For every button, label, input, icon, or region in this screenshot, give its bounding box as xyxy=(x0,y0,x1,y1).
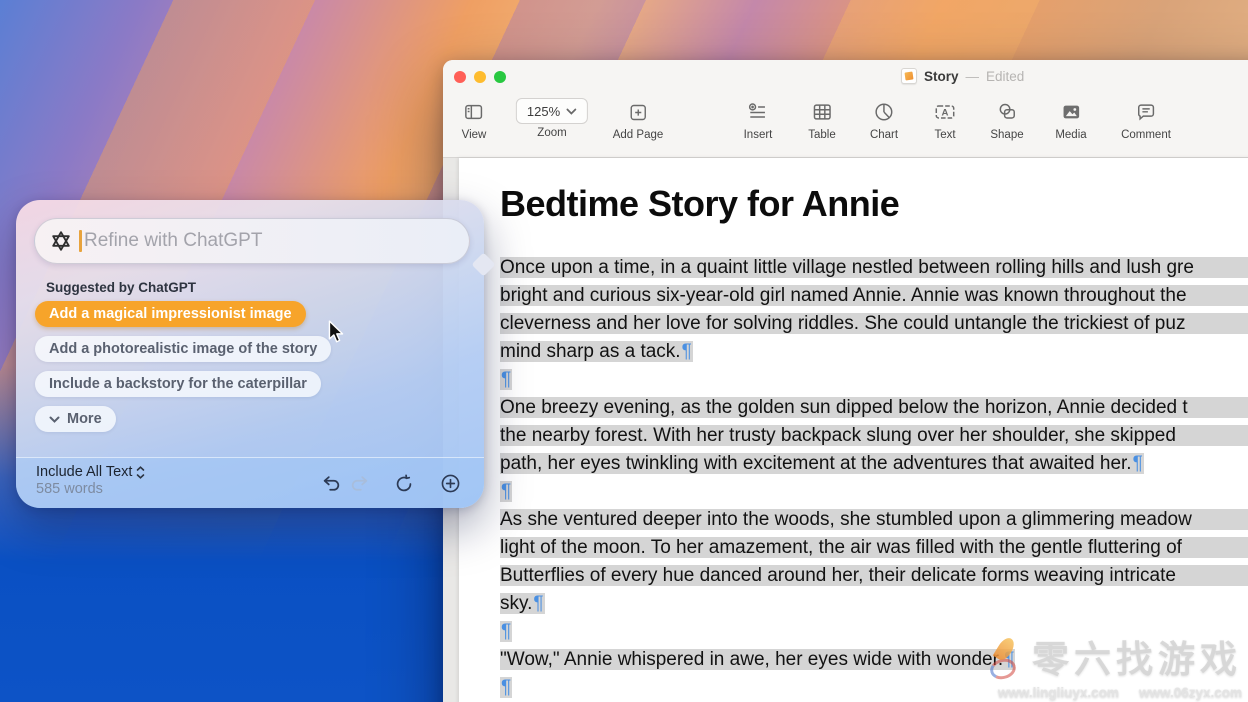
document-text-line[interactable]: cleverness and her love for solving ridd… xyxy=(500,310,1248,338)
text-caret xyxy=(79,230,82,252)
pages-window: Story — Edited View 125% Zoom Add Page xyxy=(443,60,1248,702)
insert-icon xyxy=(747,98,769,126)
document-title-text: Story xyxy=(924,69,959,84)
panel-footer: Include All Text 585 words xyxy=(16,457,484,508)
view-button[interactable]: View xyxy=(462,98,487,141)
redo-button[interactable] xyxy=(347,472,371,496)
comment-button[interactable]: Comment xyxy=(1121,98,1171,141)
up-down-chevrons-icon xyxy=(136,466,145,479)
window-titlebar[interactable]: Story — Edited xyxy=(443,60,1248,94)
openai-logo-icon xyxy=(49,229,73,253)
pilcrow-mark: ¶ xyxy=(500,677,512,698)
document-blank-line[interactable]: ¶ xyxy=(500,674,1248,702)
refine-input-wrap[interactable] xyxy=(34,218,470,264)
more-button[interactable]: More xyxy=(35,406,116,432)
suggestion-magical-image[interactable]: Add a magical impressionist image xyxy=(35,301,306,327)
comment-icon xyxy=(1135,98,1157,126)
minimize-button[interactable] xyxy=(474,71,486,83)
pilcrow-mark: ¶ xyxy=(500,481,512,502)
window-title: Story — Edited xyxy=(901,68,1024,84)
document-lines: Once upon a time, in a quaint little vil… xyxy=(500,254,1248,702)
chevron-down-icon xyxy=(49,416,60,423)
pilcrow-mark: ¶ xyxy=(532,593,544,614)
pilcrow-mark: ¶ xyxy=(500,369,512,390)
document-blank-line[interactable]: ¶ xyxy=(500,478,1248,506)
edited-status: Edited xyxy=(986,69,1024,84)
word-count: 585 words xyxy=(36,481,145,497)
table-icon xyxy=(811,98,833,126)
suggestion-photorealistic-image[interactable]: Add a photorealistic image of the story xyxy=(35,336,331,362)
document-blank-line[interactable]: ¶ xyxy=(500,366,1248,394)
zoom-control[interactable]: 125% Zoom xyxy=(516,98,588,139)
add-page-button[interactable]: Add Page xyxy=(613,98,664,141)
insert-button[interactable]: Insert xyxy=(744,98,773,141)
document-blank-line[interactable]: ¶ xyxy=(500,618,1248,646)
pilcrow-mark: ¶ xyxy=(500,621,512,642)
pilcrow-mark: ¶ xyxy=(681,341,693,362)
document-text-line[interactable]: Once upon a time, in a quaint little vil… xyxy=(500,254,1248,282)
chart-button[interactable]: Chart xyxy=(870,98,898,141)
document-text-line[interactable]: mind sharp as a tack.¶ xyxy=(500,338,1248,366)
pilcrow-mark: ¶ xyxy=(1003,649,1015,670)
chatgpt-panel: Suggested by ChatGPT Add a magical impre… xyxy=(16,200,484,508)
include-all-text-selector[interactable]: Include All Text xyxy=(36,464,145,480)
zoom-value: 125% xyxy=(527,104,560,119)
document-text-line[interactable]: the nearby forest. With her trusty backp… xyxy=(500,422,1248,450)
document-text-line[interactable]: bright and curious six-year-old girl nam… xyxy=(500,282,1248,310)
add-button[interactable] xyxy=(438,472,462,496)
document-text-line[interactable]: As she ventured deeper into the woods, s… xyxy=(500,506,1248,534)
media-button[interactable]: Media xyxy=(1055,98,1086,141)
svg-text:A: A xyxy=(942,108,949,119)
title-dash: — xyxy=(966,69,980,84)
table-button[interactable]: Table xyxy=(808,98,836,141)
document-text-line[interactable]: sky.¶ xyxy=(500,590,1248,618)
document-text-line[interactable]: Butterflies of every hue danced around h… xyxy=(500,562,1248,590)
chart-icon xyxy=(873,98,895,126)
traffic-lights xyxy=(454,71,506,83)
chevron-down-icon xyxy=(566,108,577,115)
undo-button[interactable] xyxy=(320,472,344,496)
shape-button[interactable]: Shape xyxy=(990,98,1023,141)
add-page-icon xyxy=(627,98,648,126)
document-text-line[interactable]: "Wow," Annie whispered in awe, her eyes … xyxy=(500,646,1248,674)
toolbar: View 125% Zoom Add Page Insert T xyxy=(443,94,1248,158)
regenerate-button[interactable] xyxy=(392,472,416,496)
document-text-line[interactable]: path, her eyes twinkling with excitement… xyxy=(500,450,1248,478)
refine-input[interactable] xyxy=(84,230,455,252)
suggested-by-label: Suggested by ChatGPT xyxy=(46,280,196,295)
text-button[interactable]: A Text xyxy=(933,98,957,141)
pilcrow-mark: ¶ xyxy=(1132,453,1144,474)
close-button[interactable] xyxy=(454,71,466,83)
document-canvas: Bedtime Story for Annie Once upon a time… xyxy=(443,158,1248,702)
suggestion-list: Add a magical impressionist image Add a … xyxy=(35,301,331,432)
document-text-line[interactable]: One breezy evening, as the golden sun di… xyxy=(500,394,1248,422)
shape-icon xyxy=(996,98,1018,126)
document-text-line[interactable]: light of the moon. To her amazement, the… xyxy=(500,534,1248,562)
fullscreen-button[interactable] xyxy=(494,71,506,83)
mouse-cursor xyxy=(325,320,347,349)
document-heading[interactable]: Bedtime Story for Annie xyxy=(500,182,1248,226)
view-icon xyxy=(463,98,485,126)
zoom-dropdown[interactable]: 125% xyxy=(516,98,588,124)
document-page[interactable]: Bedtime Story for Annie Once upon a time… xyxy=(459,158,1248,702)
media-icon xyxy=(1060,98,1082,126)
text-box-icon: A xyxy=(933,98,957,126)
suggestion-backstory[interactable]: Include a backstory for the caterpillar xyxy=(35,371,321,397)
document-icon xyxy=(901,68,917,84)
